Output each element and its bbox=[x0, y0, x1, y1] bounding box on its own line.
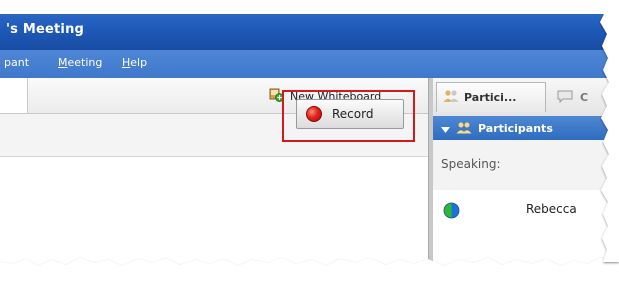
participants-header[interactable]: Participants bbox=[433, 116, 619, 140]
window-title: 's Meeting bbox=[6, 22, 85, 37]
tab-participants[interactable]: Partici... bbox=[436, 82, 546, 112]
participant-name: Rebecca bbox=[526, 202, 577, 216]
participants-icon bbox=[443, 88, 459, 107]
chat-icon bbox=[557, 88, 573, 107]
participants-header-icon bbox=[456, 119, 472, 138]
menu-item-participant[interactable]: pant bbox=[4, 56, 29, 69]
collapse-triangle-icon bbox=[441, 119, 450, 138]
tab-chat-label: C bbox=[580, 90, 589, 104]
participant-row[interactable]: Rebecca bbox=[433, 190, 619, 232]
participants-panel: Partici... C Participants Speaking: Rebe… bbox=[433, 78, 619, 283]
participant-status-icon bbox=[443, 202, 460, 223]
content-tab[interactable] bbox=[0, 78, 28, 113]
record-button[interactable]: Record bbox=[296, 99, 404, 129]
tab-chat[interactable]: C bbox=[551, 82, 617, 112]
speaking-indicator: Speaking: bbox=[433, 140, 619, 191]
menu-item-help[interactable]: Help bbox=[122, 56, 147, 69]
title-bar: 's Meeting bbox=[0, 14, 612, 50]
menu-bar: pant Meeting Help bbox=[0, 50, 612, 78]
meeting-window: 's Meeting pant Meeting Help New Whitebo… bbox=[0, 0, 619, 283]
panel-tab-bar: Partici... C bbox=[433, 78, 619, 117]
tab-participants-label: Partici... bbox=[464, 91, 517, 104]
record-label: Record bbox=[332, 107, 374, 121]
menu-item-meeting[interactable]: Meeting bbox=[58, 56, 102, 69]
speaking-label: Speaking: bbox=[441, 157, 501, 171]
record-icon bbox=[306, 106, 322, 122]
participants-header-label: Participants bbox=[478, 121, 553, 135]
